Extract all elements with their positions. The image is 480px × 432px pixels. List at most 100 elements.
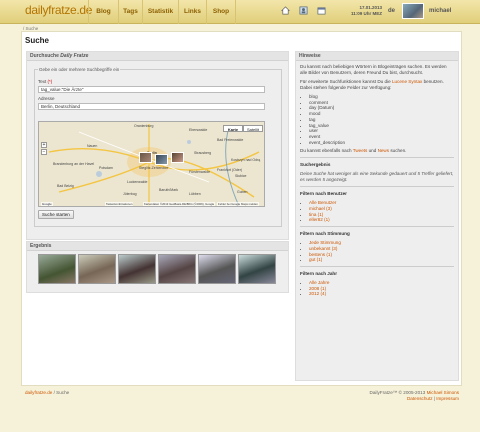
hints-title: Hinweise xyxy=(296,52,458,61)
required-mark: (*) xyxy=(47,79,53,84)
map-view[interactable]: Oranienburg Eberswalde Bad Freienwalde N… xyxy=(38,121,265,207)
tweets-link[interactable]: Tweets xyxy=(353,148,368,153)
map-photo-marker[interactable] xyxy=(171,152,184,163)
search-fieldset: Gebe ein oder mehrere Suchbegriffe ein T… xyxy=(34,67,282,227)
nav-links[interactable]: Links xyxy=(178,0,206,24)
nav-tags[interactable]: Tags xyxy=(118,0,142,24)
map-report-link[interactable]: Fehler bei Google Maps melden xyxy=(217,202,259,206)
footer-breadcrumb-rest: / Suche xyxy=(52,390,70,395)
main-content: Suche Durchsuche Daily Fratze Gebe ein o… xyxy=(21,31,462,386)
hints-tweets-mid: und xyxy=(367,148,378,154)
avatar[interactable] xyxy=(402,3,424,19)
zoom-in-button[interactable]: + xyxy=(41,142,47,148)
user-filter-heading: Filtern nach Benutzer xyxy=(300,191,347,197)
map-label: Bad Freienwalde xyxy=(217,138,244,142)
map-label: Frankfurt (Oder) xyxy=(217,168,243,172)
divider xyxy=(300,265,454,267)
hints-lucene-pre: Für erweiterte Suchfunktionen kannst Du … xyxy=(300,79,392,84)
news-link[interactable]: News xyxy=(378,148,390,153)
map-label: Steglitz-Zehlendorf xyxy=(139,166,169,170)
divider xyxy=(300,186,454,188)
map-attribution: Kartendaten ©2013 GeoBasis-DE/BKG (©2009… xyxy=(143,202,216,206)
address-input[interactable] xyxy=(38,103,265,110)
result-thumbnail[interactable] xyxy=(38,254,76,284)
result-thumbnail[interactable] xyxy=(78,254,116,284)
search-panel: Durchsuche Daily Fratze Gebe ein oder me… xyxy=(26,51,289,240)
calendar-icon[interactable] xyxy=(317,6,326,15)
map-label: Strausberg xyxy=(194,151,212,155)
nav-statistik[interactable]: Statistik xyxy=(142,0,178,24)
hints-intro: Du kannst nach beliebigen Wörtern in Blo… xyxy=(300,64,447,75)
user-filter-link[interactable]: eller82 (1) xyxy=(309,217,330,222)
year-filter-list: Alle Jahre 2008 (1) 2012 (4) xyxy=(309,280,454,297)
year-filter-link[interactable]: Alle Jahre xyxy=(309,280,329,285)
search-submit-button[interactable]: Suche starten xyxy=(38,210,74,219)
mood-filter-link[interactable]: gut (1) xyxy=(309,257,322,262)
google-logo: Google xyxy=(41,202,53,206)
results-panel: Ergebnis xyxy=(26,241,289,293)
user-filter-link[interactable]: tina (1) xyxy=(309,212,323,217)
portrait-icon[interactable] xyxy=(299,6,308,15)
imprint-link[interactable]: Impressum xyxy=(436,396,459,401)
map-label: Luckenwalde xyxy=(127,180,148,184)
search-result-text: Deine Suche hat weniger als eine Sekunde… xyxy=(300,171,454,183)
mood-filter-heading: Filtern nach Stimmung xyxy=(300,231,350,237)
result-thumbnail[interactable] xyxy=(118,254,156,284)
top-bar: dailyfratze.de Blog Tags Statistik Links… xyxy=(0,0,480,24)
map-label: Bad Belzig xyxy=(57,184,74,188)
divider xyxy=(300,226,454,228)
nav-shop[interactable]: Shop xyxy=(206,0,236,24)
user-name[interactable]: michael xyxy=(429,8,451,14)
result-thumbnail[interactable] xyxy=(198,254,236,284)
text-label: Text xyxy=(38,79,47,84)
privacy-link[interactable]: Datenschutz xyxy=(407,396,433,401)
map-label: Guben xyxy=(237,190,248,194)
map-label: Jüterbog xyxy=(123,192,137,196)
map-label: Słubice xyxy=(235,174,247,178)
current-datetime: 17.01.2013 11:09 Uhr MEZ xyxy=(334,5,382,17)
search-title-site: Daily Fratze xyxy=(60,53,89,59)
footer-copyright: DailyFratze™ © 2005-2013 Michael Simons … xyxy=(370,390,459,402)
zoom-out-button[interactable]: − xyxy=(41,149,47,155)
year-filter-link[interactable]: 2008 (1) xyxy=(309,286,326,291)
mood-filter-link[interactable]: unbekannt (3) xyxy=(309,246,337,251)
mood-filter-link[interactable]: Jede Stimmung xyxy=(309,240,341,245)
address-label: Adresse xyxy=(38,96,55,101)
map-label: Nauen xyxy=(87,144,98,148)
home-icon[interactable] xyxy=(281,6,290,15)
mood-filter-list: Jede Stimmung unbekannt (3) bestens (1) … xyxy=(309,240,454,263)
search-text-input[interactable] xyxy=(38,86,265,93)
hints-panel: Hinweise Du kannst nach beliebigen Wörte… xyxy=(295,51,459,381)
map-photo-marker[interactable] xyxy=(139,152,152,163)
footer-home-link[interactable]: dailyfratze.de xyxy=(25,390,52,395)
map-label: Brandenburg an der Havel xyxy=(53,162,95,166)
page-title: Suche xyxy=(25,36,50,45)
year-filter-link[interactable]: 2012 (4) xyxy=(309,291,326,296)
user-filter-list: Alle Benutzer michael (3) tina (1) eller… xyxy=(309,200,454,223)
nav-blog[interactable]: Blog xyxy=(88,0,118,24)
language-switch[interactable]: de xyxy=(388,8,395,14)
search-panel-title: Durchsuche Daily Fratze xyxy=(27,52,288,61)
map-shortcuts-link[interactable]: Tastenkombinationen xyxy=(105,202,134,206)
field-item: event_description xyxy=(309,140,454,146)
result-thumbnail[interactable] xyxy=(158,254,196,284)
hints-body: Du kannst nach beliebigen Wörtern in Blo… xyxy=(296,61,458,303)
copyright-text: DailyFratze™ © 2005-2013 xyxy=(369,390,427,395)
user-filter-link[interactable]: Alle Benutzer xyxy=(309,200,336,205)
current-time: 11:09 Uhr MEZ xyxy=(350,11,382,16)
map-label: Potsdam xyxy=(99,166,113,170)
lucene-syntax-link[interactable]: Lucene Syntax xyxy=(392,79,422,84)
hints-lucene-text: Für erweiterte Suchfunktionen kannst Du … xyxy=(300,79,454,91)
map-type-map-button[interactable]: Karte xyxy=(223,125,243,132)
mood-filter-link[interactable]: bestens (1) xyxy=(309,252,332,257)
search-result-heading: Suchergebnis xyxy=(300,162,331,168)
author-link[interactable]: Michael Simons xyxy=(427,390,459,395)
user-filter-link[interactable]: michael (3) xyxy=(309,206,332,211)
result-thumbnail[interactable] xyxy=(238,254,276,284)
search-legend: Gebe ein oder mehrere Suchbegriffe ein xyxy=(39,67,120,72)
map-type-satellite-button[interactable]: Satellit xyxy=(243,125,263,132)
site-logo[interactable]: dailyfratze.de xyxy=(25,3,92,17)
results-title: Ergebnis xyxy=(27,242,288,251)
map-photo-marker[interactable] xyxy=(155,154,168,165)
year-filter-heading: Filtern nach Jahr xyxy=(300,270,338,276)
